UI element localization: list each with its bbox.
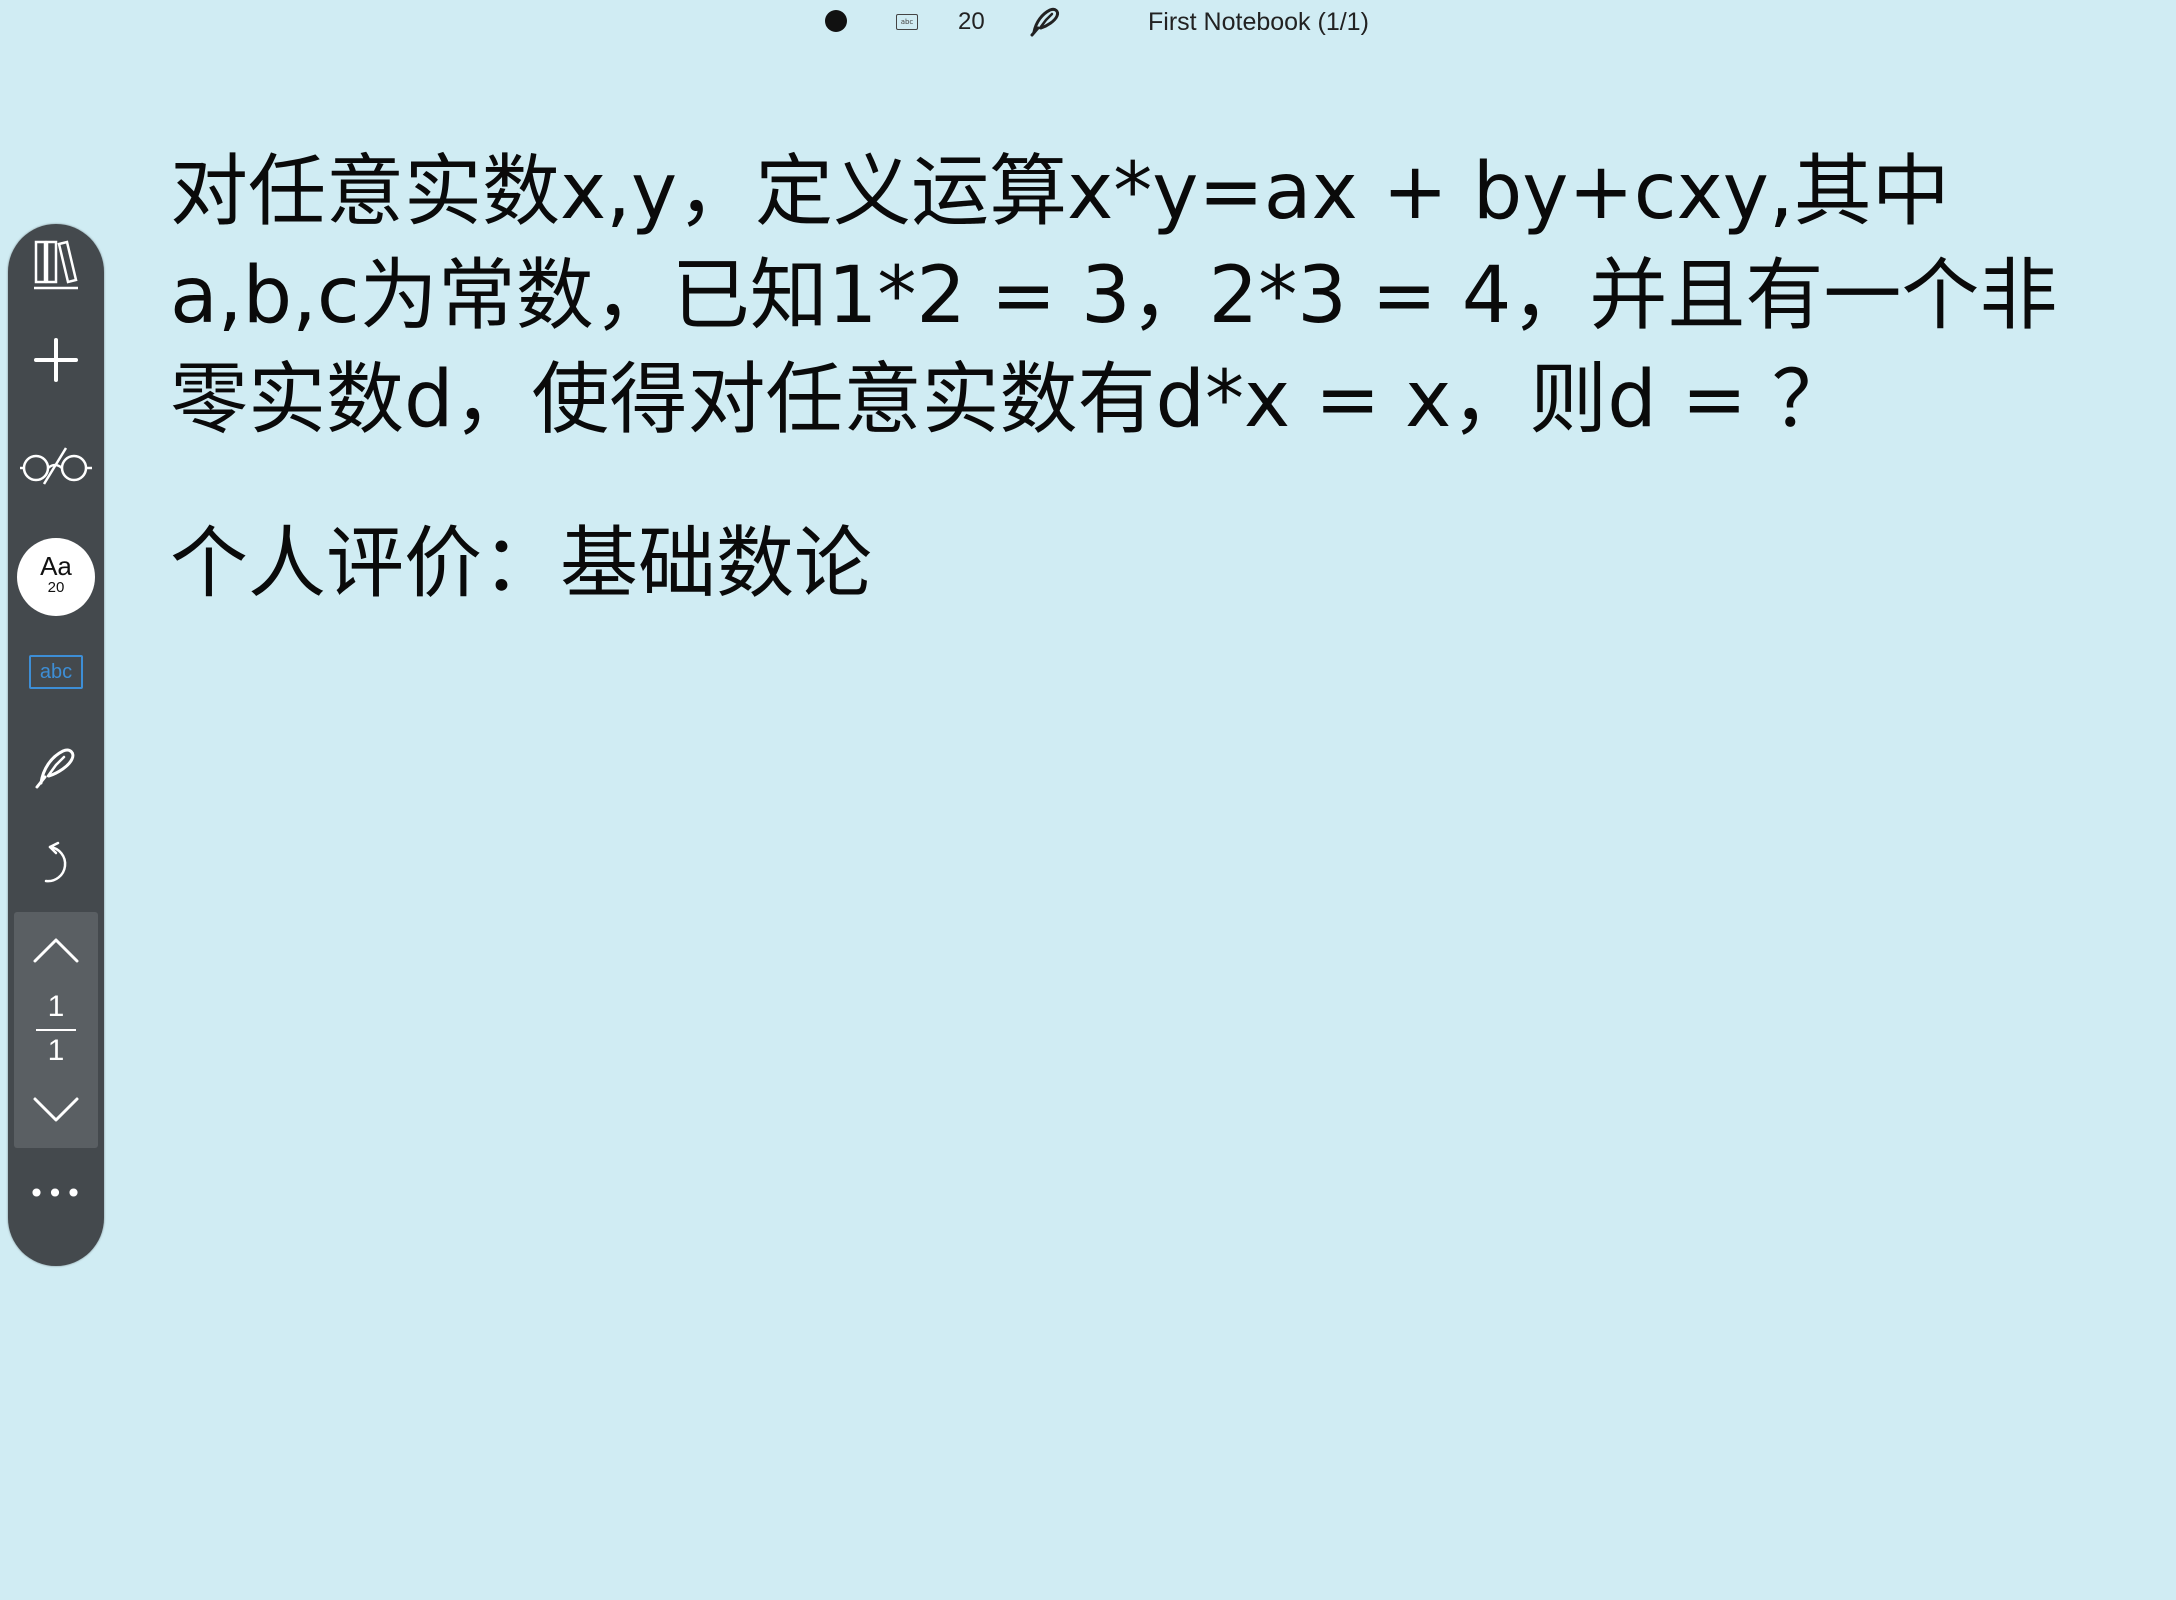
pen-color-indicator-icon[interactable] bbox=[825, 10, 847, 32]
notebook-title: First Notebook (1/1) bbox=[1148, 8, 1369, 36]
next-page-button[interactable] bbox=[14, 1082, 98, 1138]
font-size-indicator[interactable]: 20 bbox=[958, 8, 985, 36]
pen-tool-button[interactable] bbox=[8, 726, 104, 806]
chevron-down-icon bbox=[33, 1097, 79, 1122]
undo-icon bbox=[44, 841, 67, 883]
comment-text[interactable]: 个人评价：基础数论 bbox=[170, 512, 2070, 616]
pen-tool-indicator-icon[interactable] bbox=[1028, 4, 1064, 38]
pen-icon bbox=[35, 748, 75, 789]
more-options-button[interactable]: ••• bbox=[8, 1174, 104, 1214]
text-tool-button[interactable]: abc bbox=[8, 632, 104, 712]
text-mode-indicator-icon[interactable]: abc bbox=[896, 14, 918, 30]
chevron-up-icon bbox=[33, 938, 79, 963]
reading-mode-button[interactable] bbox=[8, 424, 104, 504]
sidebar-toolbar: Aa 20 abc 1 1 ••• bbox=[8, 224, 104, 1266]
font-settings-button[interactable]: Aa 20 bbox=[17, 538, 95, 616]
previous-page-button[interactable] bbox=[14, 922, 98, 978]
library-button[interactable] bbox=[8, 224, 104, 304]
glasses-icon bbox=[20, 447, 92, 485]
page-number-divider bbox=[36, 1029, 76, 1031]
notebook-page[interactable]: 对任意实数x,y，定义运算x*y=ax + by+cxy,其中a,b,c为常数，… bbox=[170, 140, 2070, 616]
undo-button[interactable] bbox=[8, 824, 104, 904]
add-page-button[interactable] bbox=[8, 320, 104, 400]
total-page-count: 1 bbox=[47, 1034, 65, 1067]
font-button-label: Aa bbox=[40, 551, 72, 581]
library-icon bbox=[34, 240, 78, 290]
current-page-number: 1 bbox=[47, 990, 65, 1023]
font-button-size: 20 bbox=[47, 579, 65, 596]
status-bar: abc 20 First Notebook (1/1) bbox=[0, 0, 2176, 46]
page-navigator: 1 1 bbox=[14, 912, 98, 1148]
abc-icon: abc bbox=[29, 655, 83, 689]
problem-text[interactable]: 对任意实数x,y，定义运算x*y=ax + by+cxy,其中a,b,c为常数，… bbox=[170, 140, 2070, 452]
plus-icon bbox=[34, 338, 78, 382]
